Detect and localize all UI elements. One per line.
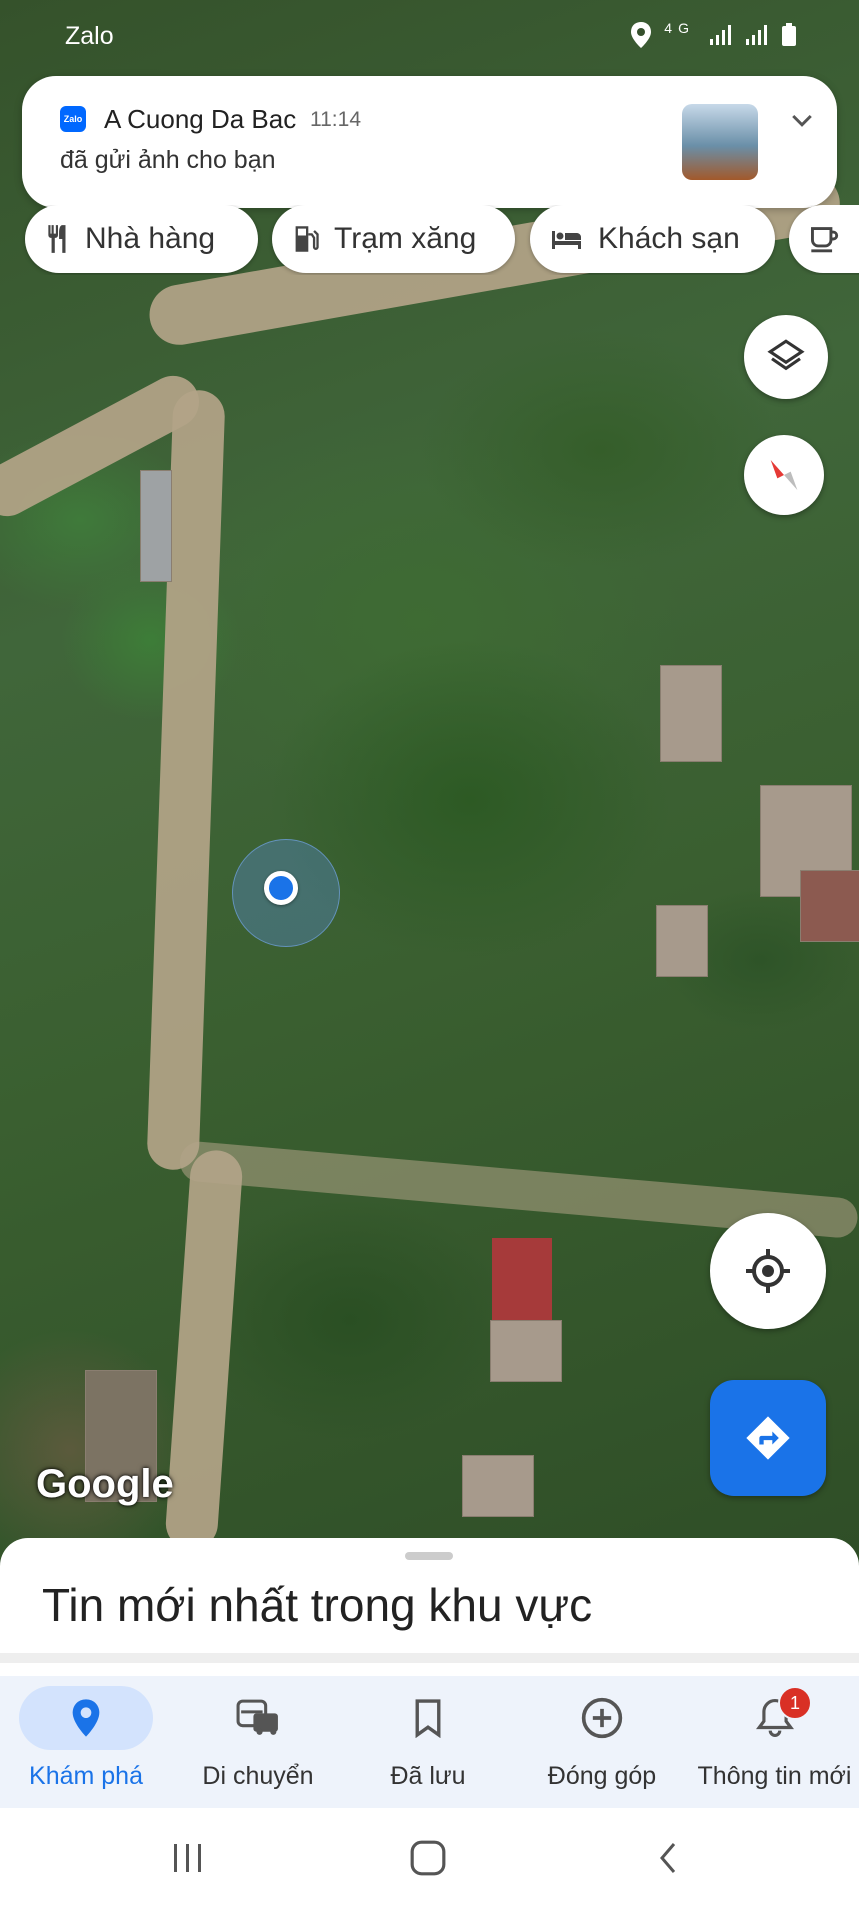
- category-chips: Nhà hàng Trạm xăng Khách sạn: [0, 205, 859, 275]
- directions-button[interactable]: [710, 1380, 826, 1496]
- bottom-sheet[interactable]: Tin mới nhất trong khu vực: [0, 1538, 859, 1678]
- notification-time: 11:14: [310, 108, 361, 131]
- network-type: 4G: [664, 20, 695, 36]
- my-location-icon: [746, 1249, 790, 1293]
- directions-icon: [746, 1416, 790, 1460]
- system-navigation-bar: [0, 1808, 859, 1908]
- signal-icon: [746, 24, 768, 45]
- status-app-label: Zalo: [65, 22, 114, 50]
- coffee-icon: [811, 227, 839, 253]
- back-button[interactable]: [638, 1830, 698, 1886]
- nav-icon-wrap: [535, 1686, 669, 1750]
- nav-commute[interactable]: Di chuyển: [188, 1676, 328, 1808]
- gas-station-icon: [295, 226, 319, 252]
- nav-label: Thông tin mới: [697, 1762, 852, 1790]
- status-bar: Zalo 4G: [0, 0, 859, 70]
- recent-apps-icon: [174, 1844, 201, 1872]
- google-attribution: Google: [36, 1462, 174, 1506]
- current-location-dot: [264, 871, 298, 905]
- chip-coffee[interactable]: [789, 205, 859, 273]
- nav-icon-wrap: [708, 1686, 842, 1750]
- compass-icon: [770, 460, 798, 490]
- sheet-divider: [0, 1653, 859, 1663]
- battery-icon: [782, 22, 796, 46]
- back-icon: [660, 1843, 676, 1873]
- nav-label: Đã lưu: [390, 1762, 466, 1790]
- status-icons: 4G: [630, 20, 797, 49]
- chevron-down-icon[interactable]: [787, 106, 817, 136]
- nav-icon-wrap: [361, 1686, 495, 1750]
- compass-button[interactable]: [744, 435, 824, 515]
- chip-restaurants[interactable]: Nhà hàng: [25, 205, 258, 273]
- chip-gas-stations[interactable]: Trạm xăng: [272, 205, 515, 273]
- sheet-drag-handle[interactable]: [405, 1552, 453, 1560]
- layers-icon: [767, 339, 805, 371]
- my-location-button[interactable]: [710, 1213, 826, 1329]
- home-button[interactable]: [398, 1830, 458, 1886]
- home-icon: [410, 1840, 446, 1876]
- chip-hotels[interactable]: Khách sạn: [530, 205, 775, 273]
- chip-label: Khách sạn: [598, 222, 740, 255]
- nav-explore[interactable]: Khám phá: [18, 1676, 154, 1808]
- saved-bookmark-icon: [415, 1699, 441, 1738]
- signal-icon: [709, 24, 731, 45]
- nav-active-indicator: [19, 1686, 153, 1750]
- commute-icon: [236, 1699, 278, 1735]
- nav-label: Di chuyển: [202, 1762, 314, 1790]
- nav-label: Đóng góp: [547, 1762, 657, 1790]
- location-status-icon: [630, 21, 651, 48]
- explore-pin-icon: [72, 1699, 100, 1737]
- contribute-icon: [581, 1697, 623, 1739]
- notification-sender: A Cuong Da Bac: [104, 104, 297, 134]
- zalo-app-icon: Zalo: [60, 106, 86, 132]
- bottom-navigation: Khám phá Di chuyển Đã lưu Đóng góp Thông…: [0, 1676, 859, 1808]
- nav-icon-wrap: [191, 1686, 325, 1750]
- nav-saved[interactable]: Đã lưu: [360, 1676, 496, 1808]
- nav-label: Khám phá: [29, 1762, 143, 1790]
- notification-message: đã gửi ảnh cho bạn: [60, 146, 276, 174]
- nav-updates[interactable]: Thông tin mới 1: [690, 1676, 859, 1808]
- restaurant-icon: [48, 225, 66, 253]
- map-layers-button[interactable]: [744, 315, 828, 399]
- notification-card[interactable]: Zalo A Cuong Da Bac 11:14 đã gửi ảnh cho…: [22, 76, 837, 208]
- notification-count-badge: 1: [778, 1686, 812, 1720]
- notification-photo-thumbnail[interactable]: [682, 104, 758, 180]
- chip-label: Trạm xăng: [334, 222, 477, 255]
- chip-label: Nhà hàng: [85, 222, 216, 255]
- recent-apps-button[interactable]: [158, 1830, 218, 1886]
- sheet-title: Tin mới nhất trong khu vực: [42, 1579, 593, 1631]
- nav-contribute[interactable]: Đóng góp: [534, 1676, 670, 1808]
- hotel-icon: [552, 231, 581, 249]
